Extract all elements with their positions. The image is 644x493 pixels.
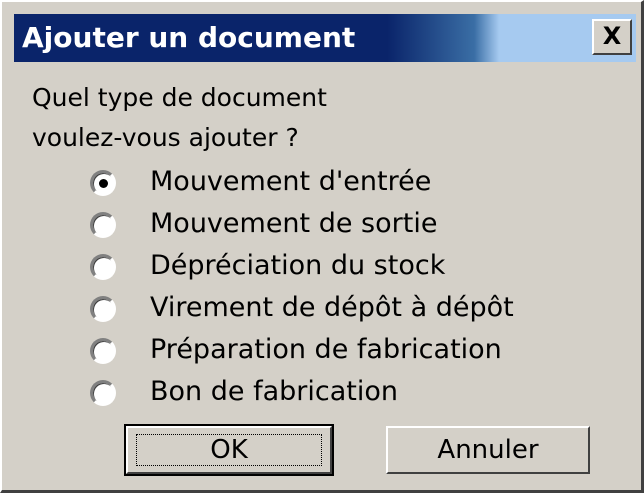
ok-button[interactable]: OK <box>124 424 334 476</box>
option-label[interactable]: Dépréciation du stock <box>150 246 445 286</box>
option-label[interactable]: Virement de dépôt à dépôt <box>150 288 514 328</box>
cancel-button[interactable]: Annuler <box>386 426 590 474</box>
radio-button[interactable] <box>90 296 116 322</box>
option-label[interactable]: Bon de fabrication <box>150 372 398 412</box>
option-label[interactable]: Mouvement de sortie <box>150 204 437 244</box>
radio-button[interactable] <box>90 170 116 196</box>
option-label[interactable]: Préparation de fabrication <box>150 330 502 370</box>
add-document-dialog: Ajouter un document X Quel type de docum… <box>0 0 644 493</box>
radio-button[interactable] <box>90 212 116 238</box>
question-line-2: voulez-vous ajouter ? <box>32 123 299 152</box>
title-bar: Ajouter un document X <box>14 14 636 62</box>
cancel-button-label: Annuler <box>437 435 539 465</box>
question-text: Quel type de document voulez-vous ajoute… <box>32 78 327 158</box>
ok-button-label: OK <box>210 435 248 465</box>
option-label[interactable]: Mouvement d'entrée <box>150 162 431 202</box>
radio-button[interactable] <box>90 338 116 364</box>
radio-selected-dot <box>99 179 108 188</box>
dialog-title: Ajouter un document <box>22 21 356 54</box>
radio-button[interactable] <box>90 380 116 406</box>
close-button[interactable]: X <box>592 19 632 55</box>
close-icon: X <box>602 22 622 50</box>
radio-button[interactable] <box>90 254 116 280</box>
question-line-1: Quel type de document <box>32 83 327 112</box>
